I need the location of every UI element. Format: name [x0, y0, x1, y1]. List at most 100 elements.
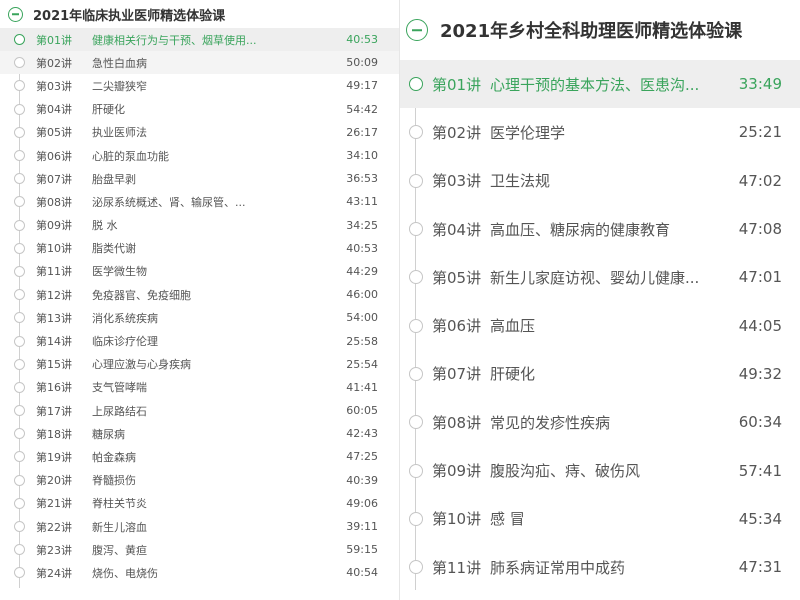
- timeline-node-icon: [14, 103, 25, 115]
- lesson-row[interactable]: 第12讲 免疫器官、免疫细胞 46:00: [0, 283, 400, 306]
- lesson-row[interactable]: 第06讲 高血压 44:05: [400, 301, 800, 349]
- lesson-row[interactable]: 第06讲 心脏的泵血功能 34:10: [0, 144, 400, 167]
- lesson-list: 第01讲 健康相关行为与干预、烟草使用... 40:53 第02讲 急性白血病 …: [0, 28, 400, 588]
- lesson-row[interactable]: 第16讲 支气管哮喘 41:41: [0, 376, 400, 399]
- lesson-title: 腹股沟疝、痔、破伤风: [490, 462, 641, 481]
- lesson-row[interactable]: 第17讲 上尿路结石 60:05: [0, 399, 400, 422]
- timeline-node-icon: [14, 521, 25, 533]
- lesson-title: 上尿路结石: [92, 404, 147, 418]
- lesson-row[interactable]: 第04讲 肝硬化 54:42: [0, 98, 400, 121]
- lesson-number: 第13讲: [36, 311, 72, 325]
- lesson-duration: 40:54: [346, 566, 378, 580]
- lesson-row[interactable]: 第18讲 糖尿病 42:43: [0, 422, 400, 445]
- lesson-duration: 25:58: [346, 334, 378, 348]
- lesson-row[interactable]: 第24讲 烧伤、电烧伤 40:54: [0, 561, 400, 584]
- lesson-number: 第03讲: [36, 79, 72, 93]
- lesson-duration: 43:11: [346, 195, 378, 209]
- lesson-number: 第08讲: [36, 195, 72, 209]
- lesson-title: 执业医师法: [92, 126, 147, 140]
- timeline-node-icon: [14, 80, 25, 92]
- lesson-row[interactable]: 第15讲 心理应激与心身疾病 25:54: [0, 353, 400, 376]
- lesson-number: 第11讲: [36, 265, 72, 279]
- timeline-node-icon: [14, 474, 25, 486]
- lesson-title: 新生儿溶血: [92, 520, 147, 534]
- collapse-icon[interactable]: [406, 19, 428, 41]
- timeline-node-icon: [409, 77, 423, 92]
- lesson-duration: 59:15: [346, 543, 378, 557]
- lesson-row-active[interactable]: 第01讲 健康相关行为与干预、烟草使用... 40:53: [0, 28, 400, 52]
- lesson-row[interactable]: 第10讲 脂类代谢 40:53: [0, 237, 400, 260]
- lesson-row[interactable]: 第21讲 脊柱关节炎 49:06: [0, 492, 400, 515]
- lesson-duration: 60:34: [738, 413, 782, 432]
- lesson-number: 第05讲: [432, 268, 482, 287]
- collapse-icon[interactable]: [8, 6, 23, 22]
- lesson-row-active[interactable]: 第01讲 心理干预的基本方法、医患沟... 33:49: [400, 60, 800, 109]
- lesson-list: 第01讲 心理干预的基本方法、医患沟... 33:49 第02讲 医学伦理学 2…: [400, 60, 800, 591]
- lesson-duration: 47:02: [738, 171, 782, 190]
- lesson-row[interactable]: 第23讲 腹泻、黄疸 59:15: [0, 538, 400, 561]
- lesson-duration: 39:11: [346, 520, 378, 534]
- lesson-title: 医学微生物: [92, 265, 147, 279]
- lesson-row[interactable]: 第07讲 胎盘早剥 36:53: [0, 167, 400, 190]
- lesson-duration: 36:53: [346, 172, 378, 186]
- lesson-title: 腹泻、黄疸: [92, 543, 147, 557]
- lesson-row[interactable]: 第03讲 二尖瓣狭窄 49:17: [0, 74, 400, 97]
- timeline-node-icon: [409, 511, 423, 526]
- right-course-header[interactable]: 2021年乡村全科助理医师精选体验课: [400, 0, 800, 60]
- lesson-title: 胎盘早剥: [92, 172, 136, 186]
- lesson-row[interactable]: 第05讲 执业医师法 26:17: [0, 121, 400, 144]
- lesson-row[interactable]: 第22讲 新生儿溶血 39:11: [0, 515, 400, 538]
- lesson-row[interactable]: 第10讲 感 冒 45:34: [400, 495, 800, 543]
- lesson-number: 第10讲: [432, 510, 482, 529]
- lesson-duration: 46:00: [346, 288, 378, 302]
- lesson-row[interactable]: 第02讲 医学伦理学 25:21: [400, 108, 800, 156]
- lesson-number: 第04讲: [432, 220, 482, 239]
- lesson-row[interactable]: 第08讲 泌尿系统概述、肾、输尿管、... 43:11: [0, 190, 400, 213]
- lesson-title: 肝硬化: [92, 103, 125, 117]
- lesson-row[interactable]: 第19讲 帕金森病 47:25: [0, 445, 400, 468]
- timeline-node-icon: [14, 34, 25, 46]
- lesson-duration: 25:54: [346, 357, 378, 371]
- lesson-row[interactable]: 第11讲 医学微生物 44:29: [0, 260, 400, 283]
- lesson-row[interactable]: 第09讲 脱 水 34:25: [0, 214, 400, 237]
- lesson-title: 肺系病证常用中成药: [490, 558, 626, 577]
- lesson-number: 第09讲: [36, 219, 72, 233]
- lesson-number: 第06讲: [36, 149, 72, 163]
- screenshot-root: 2021年临床执业医师精选体验课 第01讲 健康相关行为与干预、烟草使用... …: [0, 0, 800, 600]
- lesson-number: 第07讲: [36, 172, 72, 186]
- course-title: 2021年乡村全科助理医师精选体验课: [440, 21, 743, 42]
- lesson-row[interactable]: 第05讲 新生儿家庭访视、婴幼儿健康... 47:01: [400, 253, 800, 301]
- lesson-row[interactable]: 第03讲 卫生法规 47:02: [400, 157, 800, 205]
- lesson-row[interactable]: 第20讲 脊髓损伤 40:39: [0, 469, 400, 492]
- lesson-row[interactable]: 第07讲 肝硬化 49:32: [400, 350, 800, 398]
- left-course-header[interactable]: 2021年临床执业医师精选体验课: [0, 0, 400, 28]
- lesson-title: 帕金森病: [92, 450, 136, 464]
- lesson-number: 第02讲: [432, 123, 482, 142]
- timeline-node-icon: [14, 358, 25, 370]
- lesson-number: 第15讲: [36, 358, 72, 372]
- lesson-row[interactable]: 第13讲 消化系统疾病 54:00: [0, 306, 400, 329]
- lesson-title: 糖尿病: [92, 427, 125, 441]
- lesson-row[interactable]: 第09讲 腹股沟疝、痔、破伤风 57:41: [400, 446, 800, 494]
- lesson-row[interactable]: 第08讲 常见的发疹性疾病 60:34: [400, 398, 800, 446]
- lesson-title: 感 冒: [490, 510, 525, 529]
- lesson-row[interactable]: 第14讲 临床诊疗伦理 25:58: [0, 329, 400, 352]
- timeline-node-icon: [14, 544, 25, 556]
- lesson-title: 二尖瓣狭窄: [92, 79, 147, 93]
- lesson-duration: 34:25: [346, 218, 378, 232]
- timeline-node-icon: [14, 289, 25, 301]
- timeline-node-icon: [14, 57, 25, 69]
- timeline-node-icon: [14, 312, 25, 324]
- lesson-title: 临床诊疗伦理: [92, 335, 158, 349]
- timeline-node-icon: [409, 415, 423, 430]
- lesson-row[interactable]: 第04讲 高血压、糖尿病的健康教育 47:08: [400, 205, 800, 253]
- lesson-number: 第21讲: [36, 497, 72, 511]
- lesson-row[interactable]: 第02讲 急性白血病 50:09: [0, 51, 400, 75]
- timeline-node-icon: [14, 196, 25, 208]
- lesson-duration: 57:41: [738, 461, 782, 480]
- lesson-number: 第02讲: [36, 56, 72, 70]
- lesson-title: 脱 水: [92, 219, 118, 233]
- lesson-row[interactable]: 第11讲 肺系病证常用中成药 47:31: [400, 543, 800, 591]
- lesson-duration: 44:05: [738, 316, 782, 335]
- timeline-node-icon: [14, 126, 25, 138]
